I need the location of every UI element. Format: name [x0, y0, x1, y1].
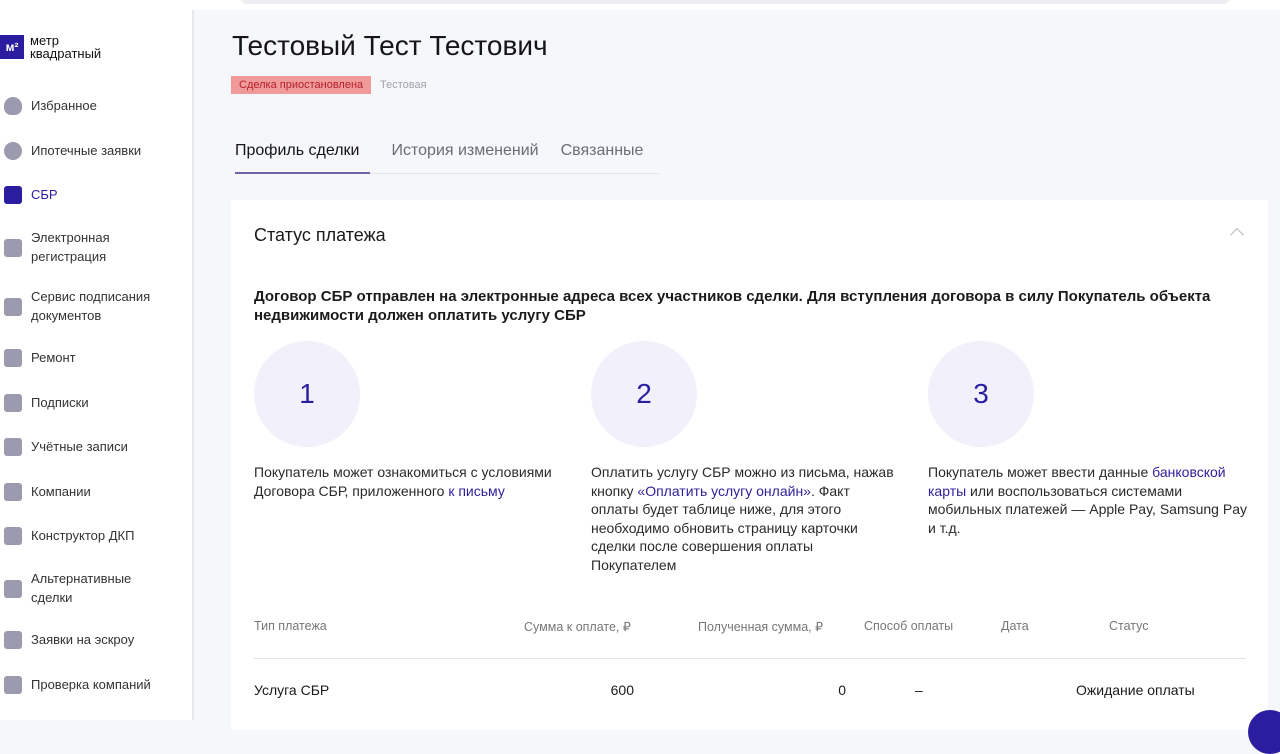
paint-roller-icon	[4, 349, 22, 368]
step-number: 3	[928, 341, 1034, 447]
step-3: 3 Покупатель может ввести данные банковс…	[928, 341, 1253, 537]
sidebar-item-escrow[interactable]: Заявки на эскроу	[0, 631, 190, 650]
companies-icon	[4, 483, 22, 502]
percent-icon	[4, 142, 22, 161]
step-text: Покупатель может ознакомиться с условиям…	[254, 464, 552, 499]
col-header-type: Тип платежа	[254, 619, 327, 633]
col-header-method: Способ оплаты	[864, 619, 954, 633]
document-sign-icon	[4, 527, 22, 546]
sidebar-item-dkp-builder[interactable]: Конструктор ДКП	[0, 527, 190, 546]
tab-related[interactable]: Связанные	[561, 140, 644, 173]
browser-top	[0, 0, 1280, 10]
sidebar-item-label: Проверка компаний	[31, 677, 151, 692]
step-number: 2	[591, 341, 697, 447]
sidebar-item-repair[interactable]: Ремонт	[0, 349, 190, 368]
sidebar-item-alt-deals[interactable]: Альтернативные сделки	[0, 570, 190, 607]
logo-line2: квадратный	[30, 46, 102, 61]
cell-received: 0	[838, 682, 846, 698]
cell-amount-due: 600	[610, 682, 634, 698]
sidebar-item-label: Ремонт	[31, 350, 76, 365]
sidebar-item-label: Заявки на эскроу	[31, 632, 135, 647]
sidebar: м² метр квадратный Избранное Ипотечные за…	[0, 10, 194, 720]
tab-deal-profile[interactable]: Профиль сделки	[235, 140, 370, 174]
tab-history[interactable]: История изменений	[392, 140, 539, 173]
sidebar-item-sbr[interactable]: СБР	[0, 186, 190, 205]
lock-icon	[4, 186, 22, 205]
folder-icon	[4, 238, 22, 257]
sidebar-item-label: Альтернативные сделки	[31, 571, 132, 605]
step-text: или воспользоваться системами мобильных …	[928, 482, 1247, 536]
sidebar-item-favorites[interactable]: Избранное	[0, 97, 190, 116]
col-header-amount-due: Сумма к оплате, ₽	[524, 620, 631, 634]
page-title: Тестовый Тест Тестович	[232, 30, 548, 61]
sidebar-item-label: Учётные записи	[31, 439, 128, 454]
sidebar-item-label: СБР	[31, 187, 58, 202]
bookmark-icon	[4, 394, 22, 413]
pay-online-link[interactable]: «Оплатить услугу онлайн»	[637, 483, 811, 499]
deal-type-label: Тестовая	[380, 79, 427, 91]
sidebar-item-label: Ипотечные заявки	[31, 143, 142, 158]
sidebar-item-company-check[interactable]: Проверка компаний	[0, 676, 190, 695]
tabs: Профиль сделки История изменений Связанн…	[235, 140, 659, 174]
grid-icon	[4, 438, 22, 457]
step-2: 2 Оплатить услугу СБР можно из письма, н…	[591, 341, 901, 574]
check-icon	[4, 676, 22, 695]
chevron-up-icon[interactable]	[1229, 227, 1245, 243]
sidebar-item-label: Избранное	[31, 98, 97, 113]
col-header-date: Дата	[1001, 619, 1029, 633]
step-number: 1	[254, 341, 360, 447]
heart-icon	[4, 97, 22, 116]
cell-method: –	[915, 682, 923, 698]
sidebar-item-label: Подписки	[31, 395, 89, 410]
step-1: 1 Покупатель может ознакомиться с услови…	[254, 341, 584, 500]
document-sign-icon	[4, 579, 22, 598]
sidebar-item-label: Электронная регистрация	[31, 230, 110, 264]
table-divider	[254, 658, 1246, 659]
sidebar-item-label: Конструктор ДКП	[31, 528, 135, 543]
letter-link[interactable]: к письму	[448, 483, 505, 499]
step-text: Покупатель может ввести данные	[928, 464, 1153, 480]
card-lead-text: Договор СБР отправлен на электронные адр…	[254, 288, 1211, 324]
sidebar-item-accounts[interactable]: Учётные записи	[0, 438, 190, 457]
logo[interactable]: м² метр квадратный	[0, 34, 101, 60]
col-header-received: Полученная сумма, ₽	[698, 620, 824, 634]
sidebar-item-subscriptions[interactable]: Подписки	[0, 394, 190, 413]
sidebar-item-signing[interactable]: Сервис подписания документов	[0, 288, 190, 325]
status-badge: Сделка приостановлена	[231, 76, 372, 94]
payment-status-card: Статус платежа Договор СБР отправлен на …	[231, 200, 1268, 730]
sidebar-item-companies[interactable]: Компании	[0, 483, 190, 502]
safe-icon	[4, 631, 22, 650]
sidebar-item-label: Сервис подписания документов	[31, 289, 151, 323]
cell-status: Ожидание оплаты	[1076, 682, 1195, 698]
sidebar-item-e-registration[interactable]: Электронная регистрация	[0, 229, 190, 266]
sidebar-item-mortgage[interactable]: Ипотечные заявки	[0, 142, 190, 161]
document-sign-icon	[4, 297, 22, 316]
cell-type: Услуга СБР	[254, 682, 330, 698]
sidebar-item-label: Компании	[31, 484, 91, 499]
logo-mark: м²	[0, 35, 24, 59]
chat-button[interactable]	[1248, 710, 1280, 754]
col-header-status: Статус	[1109, 619, 1149, 633]
card-title: Статус платежа	[254, 225, 386, 245]
